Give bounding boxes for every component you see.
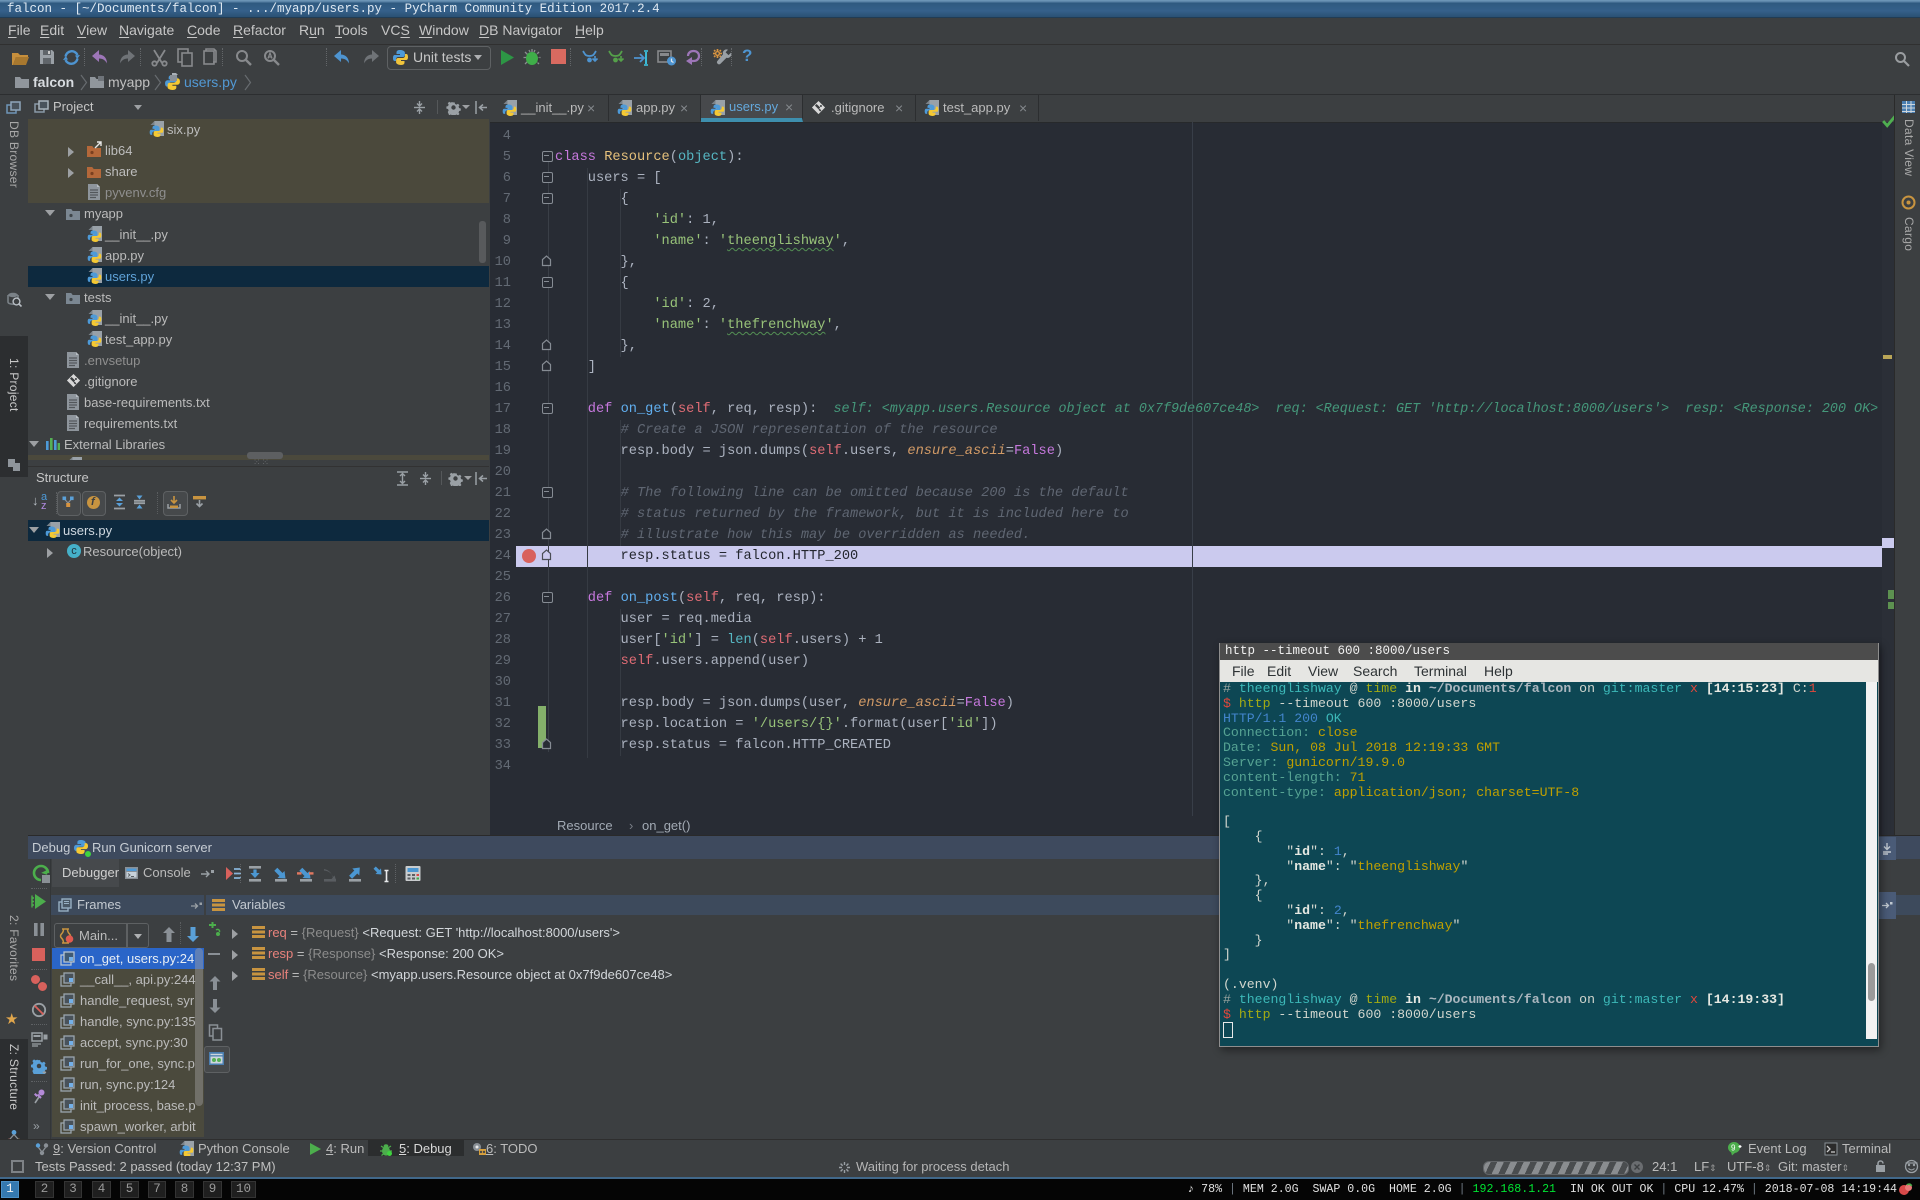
svg-text:9: 9 <box>1731 1144 1736 1153</box>
